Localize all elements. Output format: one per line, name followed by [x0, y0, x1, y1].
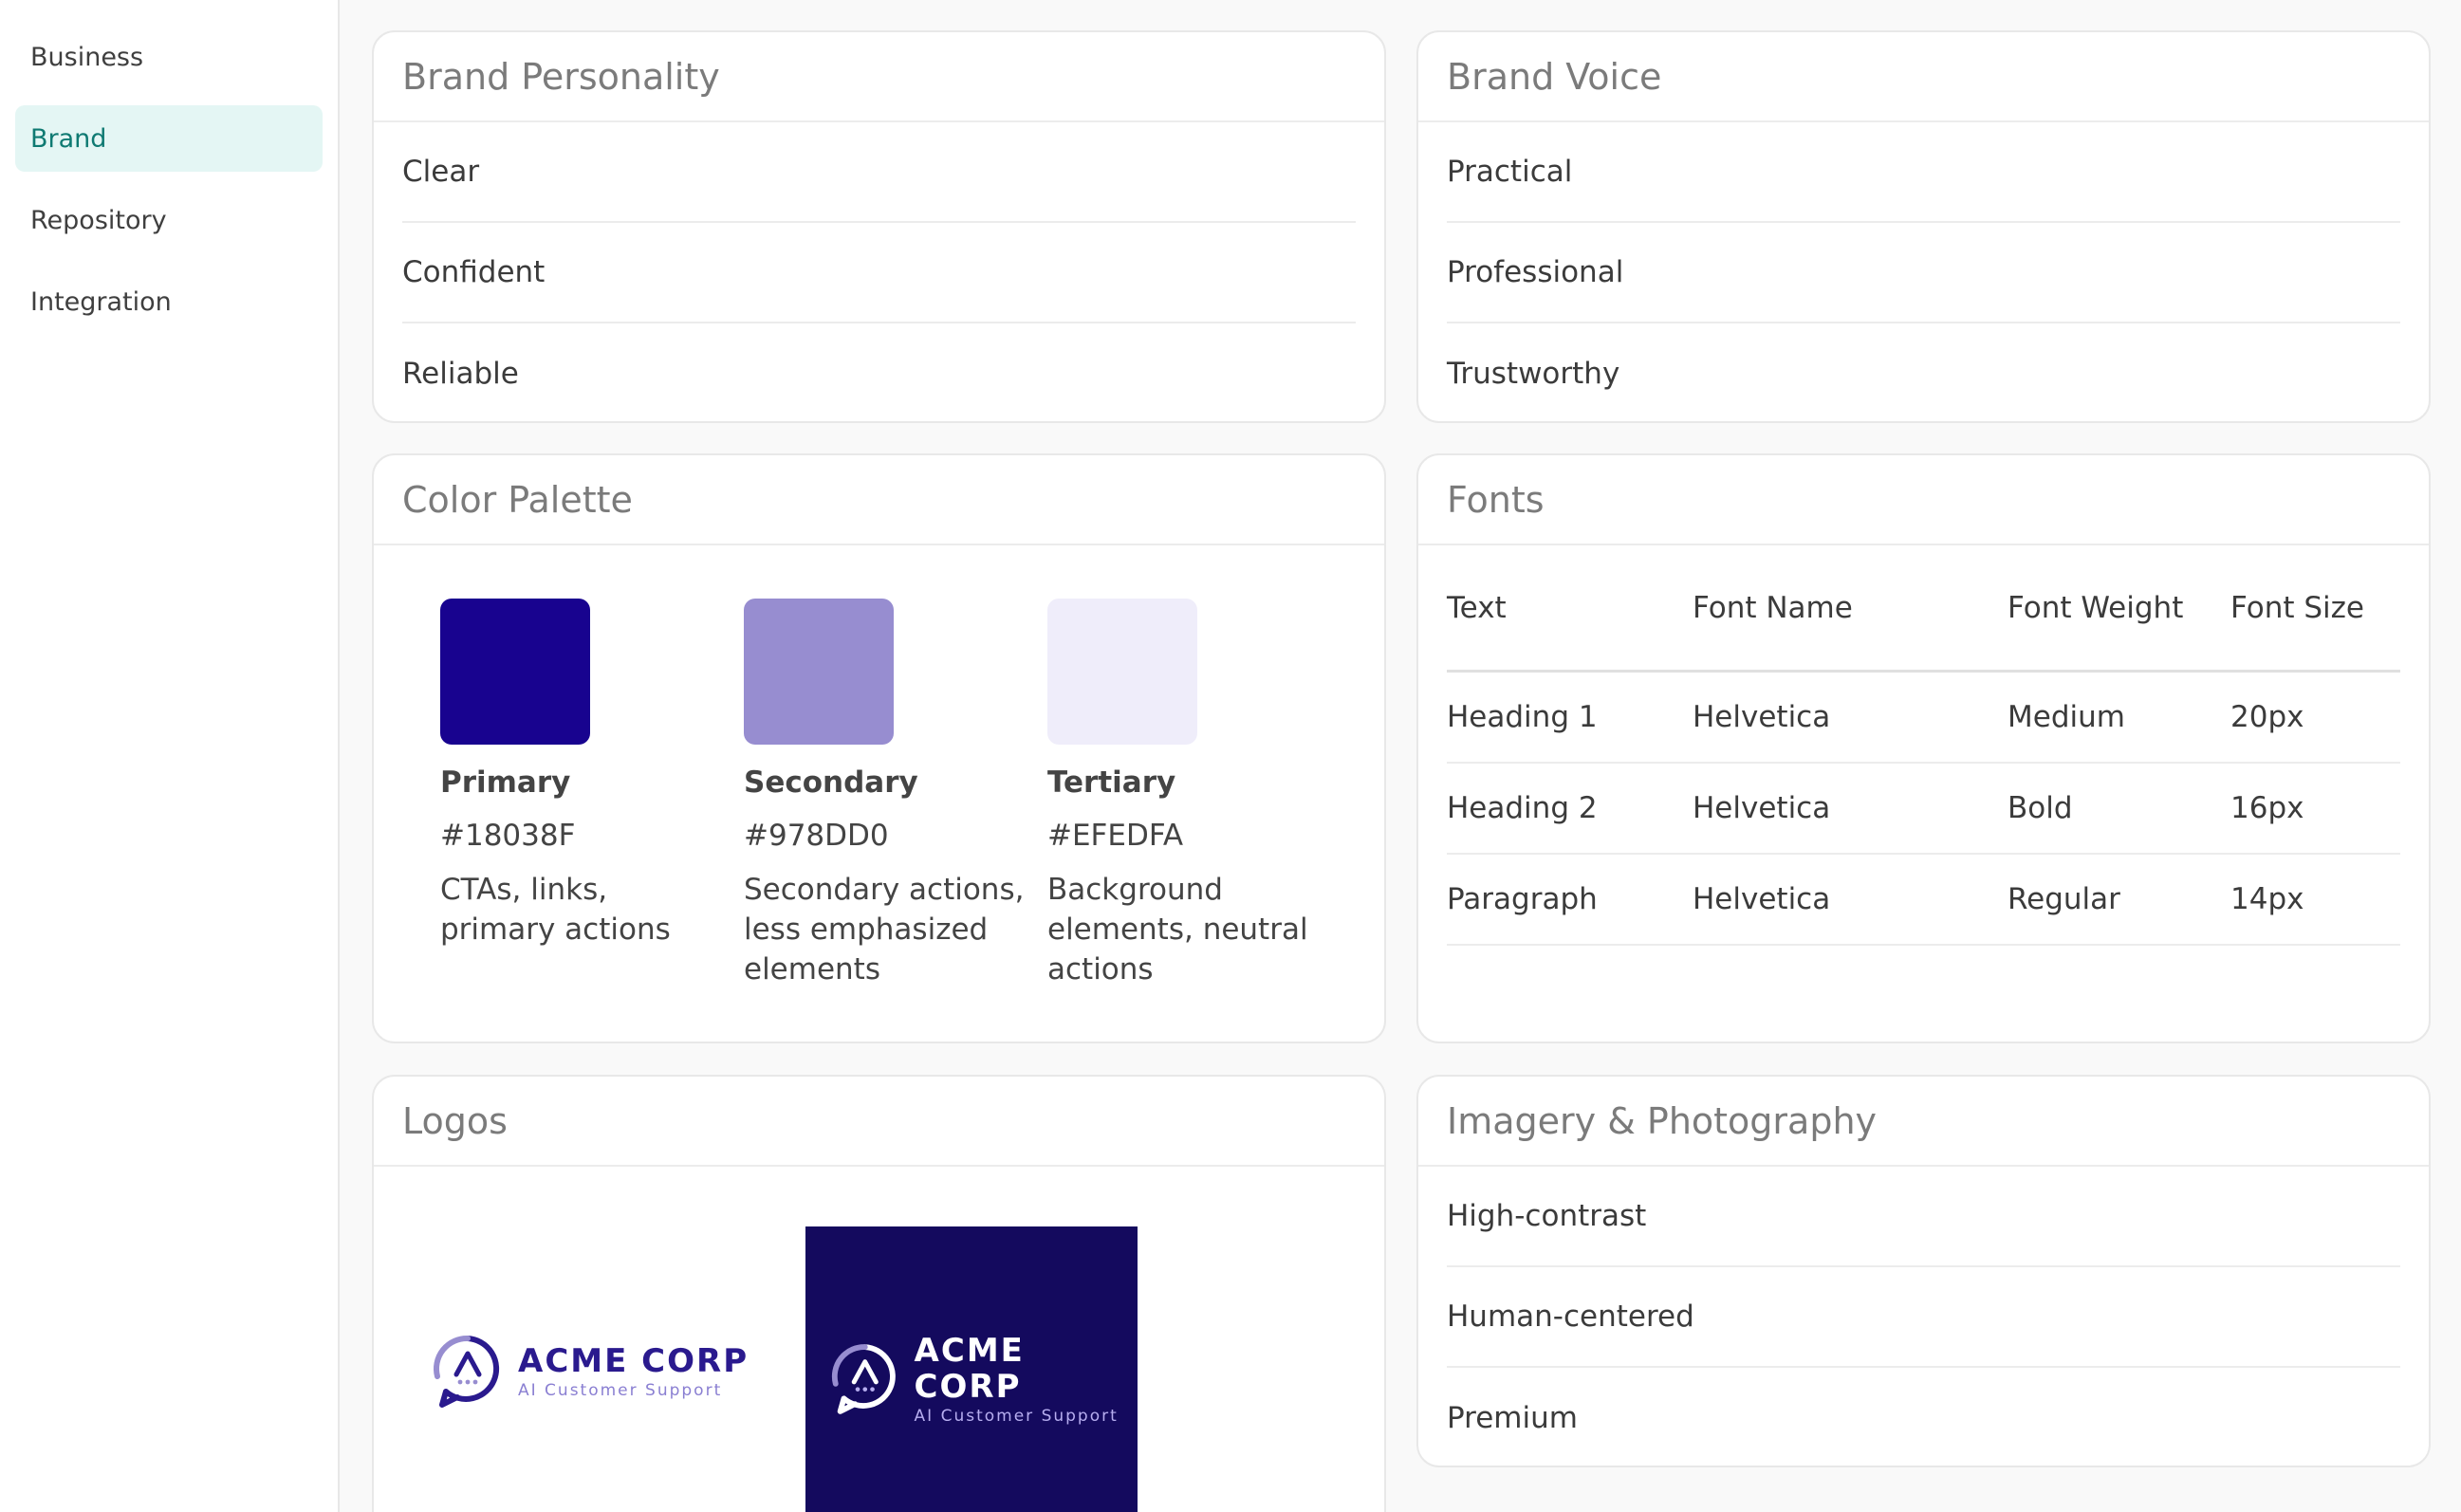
color-usage: Secondary actions, less emphasized eleme… — [744, 873, 1025, 986]
color-swatch — [1047, 599, 1197, 745]
table-cell: 14px — [2230, 882, 2304, 916]
color-name: Tertiary — [1047, 765, 1176, 800]
table-cell: Paragraph — [1447, 882, 1598, 916]
logos-card: Logos ACME CORP AI Customer Support ACME… — [372, 1075, 1386, 1512]
sidebar-item-label: Repository — [30, 205, 167, 235]
card-title: Brand Voice — [1447, 55, 1662, 98]
logo-brand-name: ACME CORP — [914, 1332, 1025, 1406]
table-cell: Medium — [2008, 700, 2125, 734]
card-header: Imagery & Photography — [1418, 1077, 2429, 1167]
color-tertiary: Tertiary #EFEDFA Background elements, ne… — [1047, 599, 1351, 989]
sidebar-item-label: Brand — [30, 123, 107, 154]
column-header: Font Weight — [2008, 590, 2184, 625]
list-item: Reliable — [402, 357, 519, 391]
color-swatch — [440, 599, 590, 745]
fonts-table: Text Font Name Font Weight Font Size Hea… — [1447, 545, 2400, 946]
list-item: Professional — [1447, 223, 2400, 323]
card-header: Logos — [374, 1077, 1384, 1167]
sidebar-item-repository[interactable]: Repository — [15, 187, 323, 253]
color-hex: #EFEDFA — [1047, 819, 1184, 853]
color-secondary: Secondary #978DD0 Secondary actions, les… — [744, 599, 1047, 989]
table-cell: Helvetica — [1693, 882, 1831, 916]
color-name: Secondary — [744, 765, 918, 800]
brand-settings-page: Business Brand Repository Integration Br… — [0, 0, 2461, 1512]
color-swatch — [744, 599, 894, 745]
card-header: Brand Personality — [374, 32, 1384, 122]
sidebar-item-brand[interactable]: Brand — [15, 105, 323, 172]
list-item: Confident — [402, 223, 1356, 323]
sidebar-item-business[interactable]: Business — [15, 24, 323, 90]
logo-dark-background: ACME CORP AI Customer Support — [805, 1226, 1138, 1512]
table-row: Heading 2 Helvetica Bold 16px — [1447, 764, 2400, 855]
logo-light-variant: ACME CORP AI Customer Support — [431, 1333, 749, 1411]
brand-personality-card: Brand Personality Clear Confident Reliab… — [372, 30, 1386, 423]
logo-wordmark: ACME CORP AI Customer Support — [518, 1343, 749, 1400]
list-item: High-contrast — [1447, 1167, 2400, 1267]
table-cell: Bold — [2008, 791, 2073, 825]
brand-voice-card: Brand Voice Practical Professional Trust… — [1416, 30, 2431, 423]
imagery-list: High-contrast Human-centered Premium — [1418, 1167, 2429, 1466]
logo-wordmark: ACME CORP AI Customer Support — [915, 1333, 1138, 1426]
list-item: Clear — [402, 122, 1356, 223]
sidebar-item-integration[interactable]: Integration — [15, 268, 323, 335]
sidebar-item-label: Business — [30, 42, 144, 72]
logo-tagline: AI Customer Support — [914, 1407, 1119, 1426]
color-hex: #18038F — [440, 819, 576, 853]
list-item: Practical — [1447, 122, 2400, 223]
card-header: Color Palette — [374, 455, 1384, 545]
chat-logo-icon — [433, 1335, 500, 1408]
list-item: Premium — [1447, 1401, 1578, 1435]
voice-list: Practical Professional Trustworthy — [1418, 122, 2429, 421]
color-palette-card: Color Palette Primary #18038F CTAs, link… — [372, 453, 1386, 1043]
swatch-list: Primary #18038F CTAs, links, primary act… — [374, 545, 1384, 989]
table-cell: Heading 2 — [1447, 791, 1598, 825]
color-usage: CTAs, links, primary actions — [440, 873, 671, 947]
table-cell: 16px — [2230, 791, 2304, 825]
card-title: Fonts — [1447, 478, 1545, 521]
color-name: Primary — [440, 765, 571, 800]
list-item: Human-centered — [1447, 1267, 2400, 1368]
card-title: Color Palette — [402, 478, 633, 521]
color-usage: Background elements, neutral actions — [1047, 873, 1308, 986]
table-row: Paragraph Helvetica Regular 14px — [1447, 855, 2400, 946]
card-title: Imagery & Photography — [1447, 1099, 1878, 1142]
personality-list: Clear Confident Reliable — [374, 122, 1384, 421]
logo-brand-name: ACME CORP — [518, 1342, 749, 1380]
imagery-card: Imagery & Photography High-contrast Huma… — [1416, 1075, 2431, 1467]
chat-logo-icon — [831, 1344, 896, 1414]
card-title: Brand Personality — [402, 55, 720, 98]
color-hex: #978DD0 — [744, 819, 889, 853]
sidebar-item-label: Integration — [30, 286, 172, 317]
sidebar: Business Brand Repository Integration — [0, 0, 340, 1512]
table-row: Heading 1 Helvetica Medium 20px — [1447, 673, 2400, 764]
card-header: Fonts — [1418, 455, 2429, 545]
card-header: Brand Voice — [1418, 32, 2429, 122]
column-header: Font Size — [2230, 590, 2364, 625]
column-header: Font Name — [1693, 590, 1853, 625]
table-cell: Heading 1 — [1447, 700, 1598, 734]
card-title: Logos — [402, 1099, 508, 1142]
table-header-row: Text Font Name Font Weight Font Size — [1447, 545, 2400, 673]
table-cell: Helvetica — [1693, 700, 1831, 734]
fonts-card: Fonts Text Font Name Font Weight Font Si… — [1416, 453, 2431, 1043]
table-cell: Regular — [2008, 882, 2120, 916]
color-primary: Primary #18038F CTAs, links, primary act… — [440, 599, 744, 989]
logo-dark-variant: ACME CORP AI Customer Support — [829, 1333, 1138, 1426]
logo-tagline: AI Customer Support — [518, 1381, 723, 1400]
table-cell: 20px — [2230, 700, 2304, 734]
column-header: Text — [1447, 590, 1507, 625]
list-item: Trustworthy — [1447, 357, 1620, 391]
table-cell: Helvetica — [1693, 791, 1831, 825]
